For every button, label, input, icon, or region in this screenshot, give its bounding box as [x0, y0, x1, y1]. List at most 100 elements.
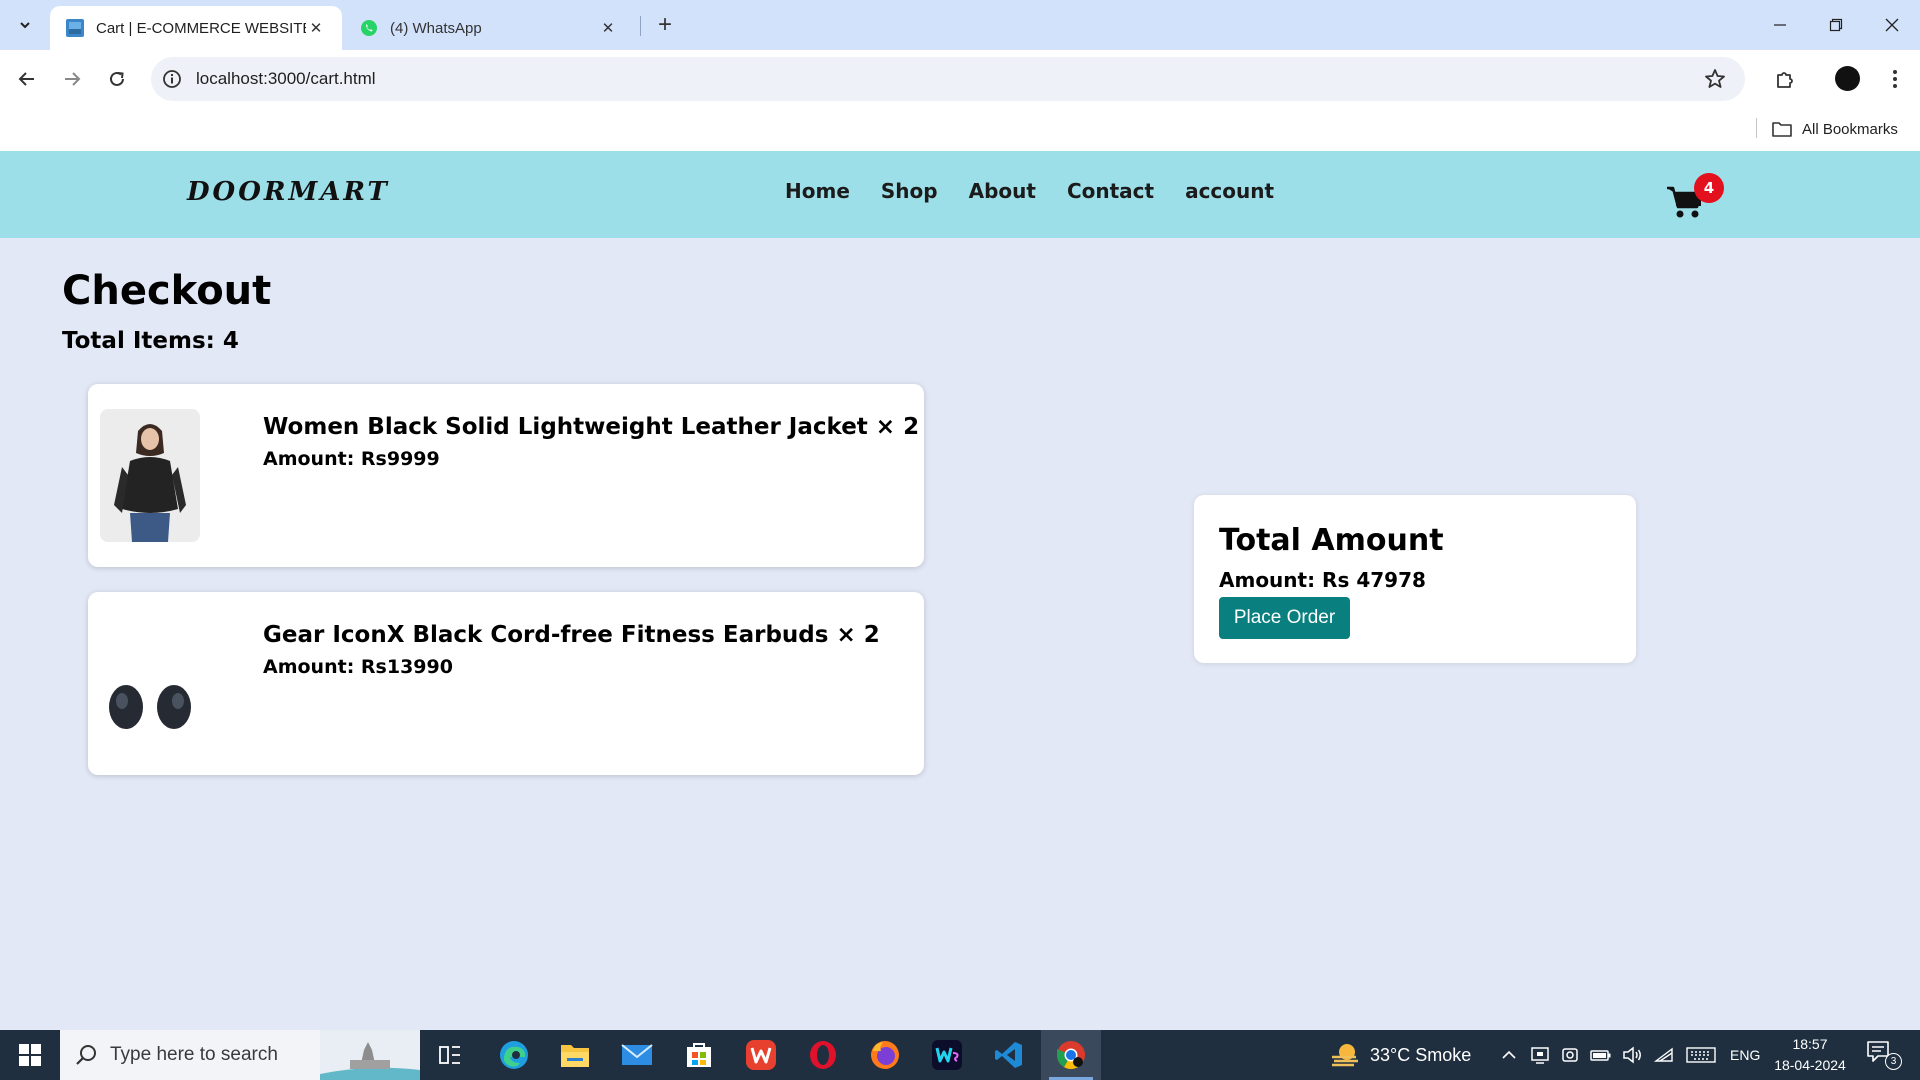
restore-icon: [1829, 18, 1843, 32]
clock-time: 18:57: [1792, 1036, 1828, 1052]
network-device-icon[interactable]: [1530, 1045, 1550, 1065]
close-tab-icon[interactable]: ✕: [306, 18, 326, 38]
taskbar-search-box[interactable]: Type here to search: [60, 1030, 420, 1080]
taskbar-opera[interactable]: [793, 1030, 853, 1080]
earbuds-image: [100, 617, 200, 750]
page-title: Checkout: [62, 268, 272, 314]
tab-search-button[interactable]: [10, 10, 40, 40]
cart-item-card: Gear IconX Black Cord-free Fitness Earbu…: [88, 592, 924, 775]
chevron-down-icon: [20, 22, 30, 29]
total-items-count: Total Items: 4: [62, 328, 239, 354]
site-header: DOORMART Home Shop About Contact account…: [0, 151, 1920, 238]
taskbar-wps[interactable]: [731, 1030, 791, 1080]
minimize-button[interactable]: [1752, 0, 1808, 50]
site-logo[interactable]: DOORMART: [187, 177, 390, 207]
taskbar-vscode[interactable]: [979, 1030, 1039, 1080]
store-icon: [687, 1043, 711, 1067]
item-name: Gear IconX Black Cord-free Fitness Earbu…: [263, 622, 880, 648]
webstorm-icon: [932, 1040, 962, 1070]
all-bookmarks-label: All Bookmarks: [1802, 120, 1898, 138]
cart-count-badge: 4: [1694, 173, 1724, 203]
task-view-button[interactable]: [420, 1030, 480, 1080]
extensions-button[interactable]: [1768, 62, 1802, 96]
search-highlight-image: [320, 1030, 420, 1080]
back-button[interactable]: [10, 62, 44, 96]
item-name: Women Black Solid Lightweight Leather Ja…: [263, 414, 920, 440]
more-vertical-icon: [1893, 70, 1897, 88]
total-amount-title: Total Amount: [1219, 523, 1444, 558]
tab-separator: [640, 16, 641, 36]
restore-button[interactable]: [1808, 0, 1864, 50]
minimize-icon: [1774, 24, 1786, 26]
search-placeholder: Type here to search: [110, 1044, 278, 1065]
bookmarks-bar: All Bookmarks: [0, 108, 1920, 151]
nav-link-shop[interactable]: Shop: [881, 179, 938, 203]
leather-jacket-image: [100, 409, 200, 542]
all-bookmarks-button[interactable]: All Bookmarks: [1772, 116, 1898, 142]
puzzle-piece-icon: [1777, 72, 1793, 88]
leather-jacket-photo: [100, 409, 200, 542]
tab-cart[interactable]: Cart | E-COMMERCE WEBSITE ✕: [50, 6, 342, 50]
taskbar-firefox[interactable]: [855, 1030, 915, 1080]
taskbar-webstorm[interactable]: [917, 1030, 977, 1080]
camera-icon[interactable]: [1560, 1045, 1580, 1065]
keyboard-icon[interactable]: [1686, 1045, 1716, 1065]
earbuds-photo: [100, 617, 200, 750]
taskbar-edge[interactable]: [484, 1030, 544, 1080]
nav-link-contact[interactable]: Contact: [1067, 179, 1154, 203]
forward-button[interactable]: [55, 62, 89, 96]
weather-widget[interactable]: 33°C Smoke: [1330, 1030, 1471, 1080]
haze-sun-icon: [1332, 1044, 1358, 1067]
system-clock[interactable]: 18:57 18-04-2024: [1758, 1034, 1862, 1076]
tab-whatsapp[interactable]: (4) WhatsApp ✕: [344, 6, 634, 50]
browser-menu-button[interactable]: [1880, 62, 1910, 96]
whatsapp-icon: [361, 20, 377, 36]
nav-link-home[interactable]: Home: [785, 179, 850, 203]
task-view-icon: [439, 1046, 460, 1064]
taskbar-store[interactable]: [669, 1030, 729, 1080]
profile-avatar[interactable]: [1835, 66, 1860, 91]
volume-icon[interactable]: [1622, 1045, 1644, 1065]
taskbar-mail[interactable]: [607, 1030, 667, 1080]
arrow-right-icon: [65, 72, 81, 86]
language-indicator[interactable]: ENG: [1730, 1047, 1760, 1063]
clock-date: 18-04-2024: [1774, 1057, 1846, 1073]
cart-item-card: Women Black Solid Lightweight Leather Ja…: [88, 384, 924, 567]
nav-link-about[interactable]: About: [969, 179, 1036, 203]
reload-button[interactable]: [100, 62, 134, 96]
battery-icon[interactable]: [1590, 1045, 1612, 1065]
start-button[interactable]: [0, 1030, 60, 1080]
place-order-button[interactable]: Place Order: [1219, 597, 1350, 639]
tab-title: (4) WhatsApp: [390, 19, 482, 37]
firefox-icon: [871, 1041, 899, 1069]
notification-count-badge: 3: [1885, 1053, 1902, 1070]
system-tray: ENG: [1500, 1030, 1760, 1080]
site-favicon-icon: [66, 19, 84, 37]
browser-toolbar: localhost:3000/cart.html: [0, 50, 1920, 108]
windows-taskbar: Type here to search 33°C Smoke ENG 18:57…: [0, 1030, 1920, 1080]
new-tab-button[interactable]: +: [651, 11, 679, 39]
cart-button[interactable]: 4: [1666, 173, 1726, 223]
browser-tab-bar: Cart | E-COMMERCE WEBSITE ✕ (4) WhatsApp…: [0, 0, 1920, 50]
opera-icon: [810, 1041, 836, 1069]
total-amount-value: Amount: Rs 47978: [1219, 568, 1426, 592]
arrow-left-icon: [18, 72, 34, 86]
site-info-icon[interactable]: [161, 68, 183, 90]
close-icon: [1885, 18, 1899, 32]
taskbar-file-explorer[interactable]: [545, 1030, 605, 1080]
notification-center-button[interactable]: 3: [1866, 1040, 1906, 1070]
wifi-icon[interactable]: [1654, 1045, 1676, 1065]
search-icon: [76, 1045, 96, 1065]
address-bar[interactable]: localhost:3000/cart.html: [151, 57, 1745, 101]
bookmark-star-icon[interactable]: [1703, 67, 1727, 91]
item-amount: Amount: Rs13990: [263, 656, 453, 678]
nav-link-account[interactable]: account: [1185, 179, 1274, 203]
close-window-button[interactable]: [1864, 0, 1920, 50]
url-text[interactable]: localhost:3000/cart.html: [196, 69, 376, 89]
close-tab-icon[interactable]: ✕: [598, 18, 618, 38]
taskbar-chrome[interactable]: [1041, 1030, 1101, 1080]
window-controls: [1752, 0, 1920, 50]
chevron-up-icon[interactable]: [1500, 1046, 1518, 1064]
bookmarks-separator: [1756, 118, 1757, 138]
windows-logo-icon: [19, 1044, 41, 1066]
